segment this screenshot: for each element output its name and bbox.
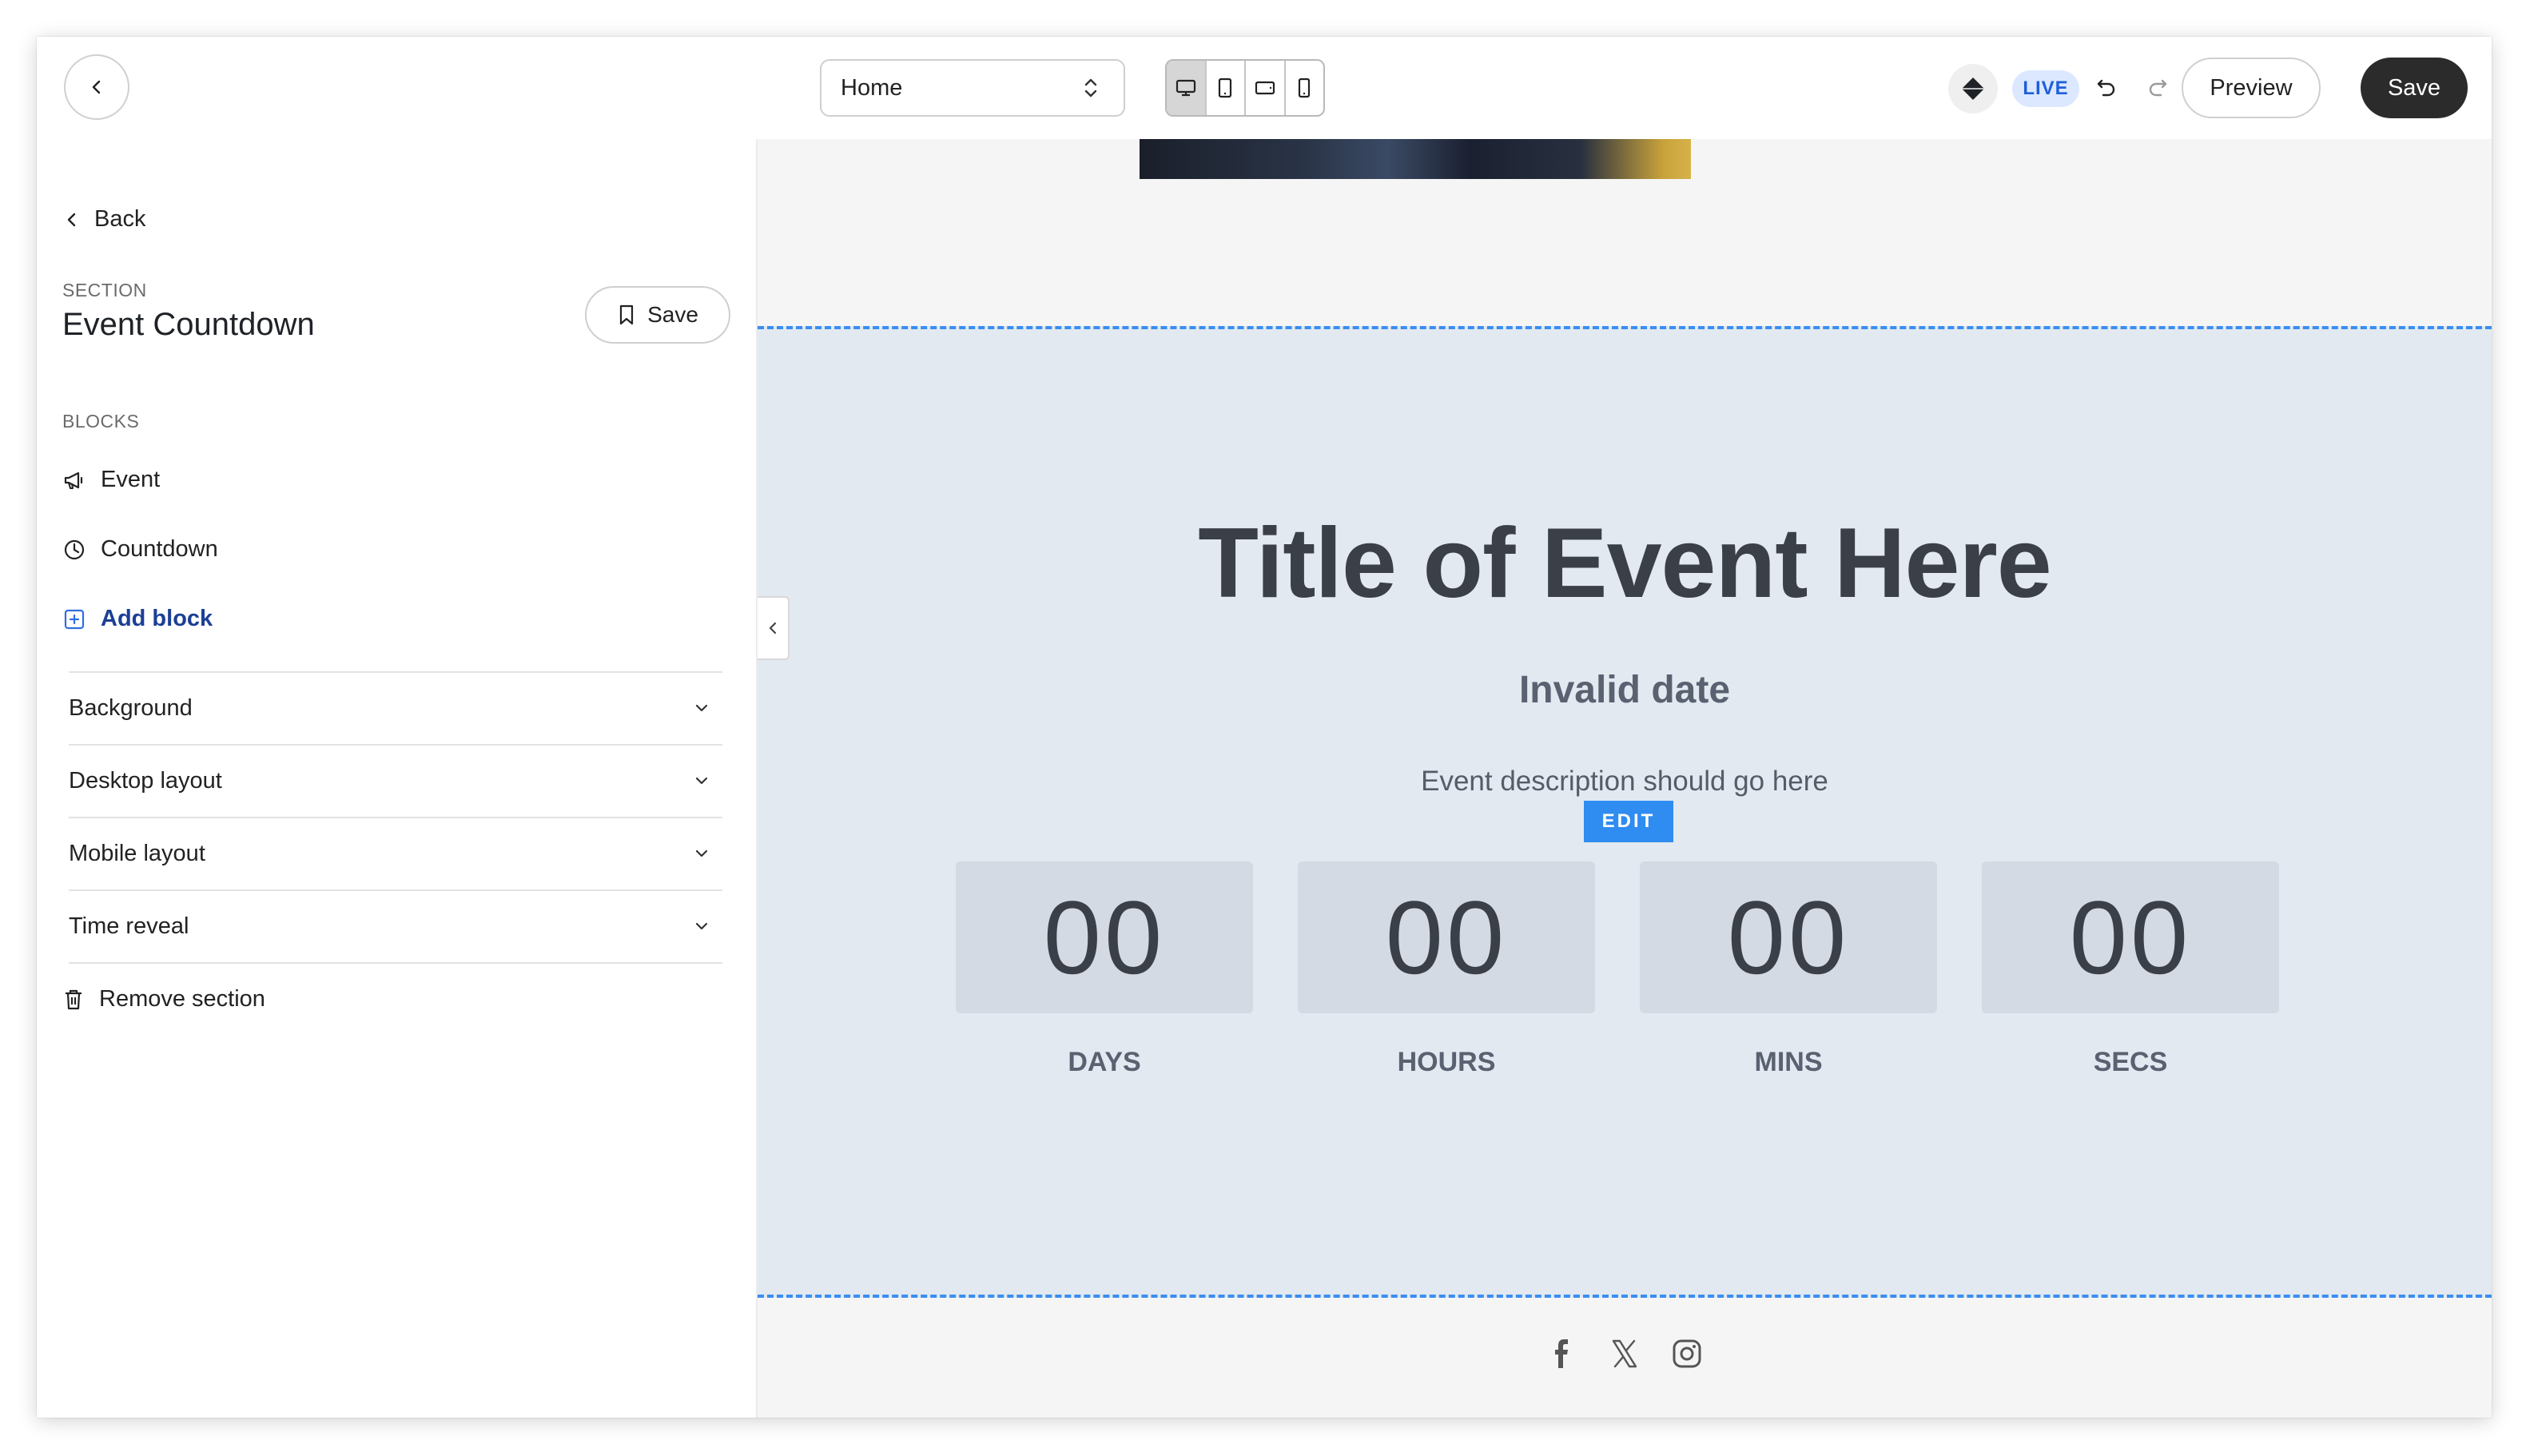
accordion-desktop-layout[interactable]: Desktop layout [69, 744, 722, 816]
edit-badge[interactable]: EDIT [1584, 801, 1673, 842]
mobile-icon [1299, 78, 1311, 98]
event-description[interactable]: Event description should go here [758, 766, 2492, 798]
editor-window: Home LIVE Preview Save Back SECTION Even… [37, 37, 2492, 1418]
tablet-view-button[interactable] [1207, 61, 1246, 115]
chevron-down-icon [695, 777, 708, 785]
live-badge: LIVE [2012, 70, 2079, 107]
block-item-event[interactable]: Event [62, 467, 160, 493]
countdown-mins-label: MINS [1754, 1047, 1823, 1077]
chevron-updown-icon [1084, 78, 1097, 97]
clock-icon [64, 539, 85, 559]
add-block-button[interactable]: Add block [62, 606, 213, 632]
block-item-label: Countdown [101, 536, 218, 562]
countdown-days-box: 00 [956, 861, 1253, 1013]
countdown-hours-box: 00 [1298, 861, 1595, 1013]
top-toolbar: Home LIVE Preview Save [37, 37, 2492, 141]
bookmark-icon [619, 304, 634, 325]
event-title[interactable]: Title of Event Here [758, 507, 2492, 620]
chevron-down-icon [695, 922, 708, 930]
section-title: Event Countdown [62, 307, 315, 342]
desktop-view-button[interactable] [1167, 61, 1207, 115]
block-item-countdown[interactable]: Countdown [62, 536, 218, 563]
exit-editor-button[interactable] [64, 54, 129, 120]
event-countdown-section[interactable]: Title of Event Here Invalid date Event d… [758, 326, 2492, 1298]
undo-button[interactable] [2089, 70, 2124, 105]
collapse-sidebar-button[interactable] [758, 596, 790, 660]
undo-icon [2097, 79, 2115, 97]
countdown-secs-box: 00 [1982, 861, 2279, 1013]
social-links [758, 1338, 2492, 1370]
plus-square-icon [64, 609, 85, 629]
hero-image [1140, 139, 1691, 179]
megaphone-icon [64, 471, 83, 489]
chevron-left-icon [92, 80, 101, 94]
x-icon[interactable] [1609, 1338, 1641, 1370]
accordion-label: Time reveal [69, 913, 189, 939]
tablet-landscape-icon [1255, 81, 1275, 95]
chevron-down-icon [695, 849, 708, 857]
event-date: Invalid date [1518, 669, 1731, 711]
accordion-label: Background [69, 694, 193, 721]
back-label: Back [94, 206, 146, 232]
chevron-left-icon [769, 622, 777, 635]
page-select[interactable]: Home [820, 59, 1125, 117]
redo-button[interactable] [2140, 70, 2175, 105]
divider [69, 962, 722, 964]
preview-canvas: Title of Event Here Invalid date Event d… [758, 139, 2492, 1418]
blocks-label: BLOCKS [62, 411, 140, 432]
chevron-left-icon [67, 213, 76, 226]
countdown-hours-label: HOURS [1397, 1047, 1496, 1077]
accordion-time-reveal[interactable]: Time reveal [69, 889, 722, 961]
add-block-label: Add block [101, 606, 213, 631]
trash-icon [66, 989, 82, 1009]
facebook-icon[interactable] [1546, 1338, 1578, 1370]
save-button[interactable]: Save [2361, 58, 2468, 118]
accordion-background[interactable]: Background [69, 671, 722, 743]
mobile-view-button[interactable] [1286, 61, 1324, 115]
section-settings-panel: Back SECTION Event Countdown Save BLOCKS… [37, 139, 758, 1418]
back-link[interactable]: Back [64, 206, 145, 233]
redo-icon [2149, 79, 2167, 97]
countdown-mins-box: 00 [1640, 861, 1937, 1013]
save-section-button[interactable]: Save [585, 286, 730, 344]
remove-section-button[interactable]: Remove section [62, 986, 265, 1012]
block-item-label: Event [101, 467, 161, 492]
device-toggle [1165, 59, 1325, 117]
accordion-label: Desktop layout [69, 767, 222, 794]
tablet-landscape-view-button[interactable] [1246, 61, 1286, 115]
remove-section-label: Remove section [99, 986, 265, 1012]
accordion-mobile-layout[interactable]: Mobile layout [69, 817, 722, 889]
desktop-icon [1175, 79, 1195, 97]
accordion-label: Mobile layout [69, 840, 205, 866]
preview-button[interactable]: Preview [2182, 58, 2321, 118]
theme-button[interactable] [1948, 64, 1998, 113]
diamond-icon [1962, 78, 1984, 100]
countdown-secs-label: SECS [2093, 1047, 2168, 1077]
tablet-icon [1219, 78, 1232, 98]
instagram-icon[interactable] [1671, 1338, 1703, 1370]
chevron-down-icon [695, 704, 708, 712]
save-section-label: Save [647, 302, 698, 327]
section-label: SECTION [62, 280, 147, 300]
page-select-value: Home [841, 74, 903, 101]
countdown-days-label: DAYS [1068, 1047, 1141, 1077]
